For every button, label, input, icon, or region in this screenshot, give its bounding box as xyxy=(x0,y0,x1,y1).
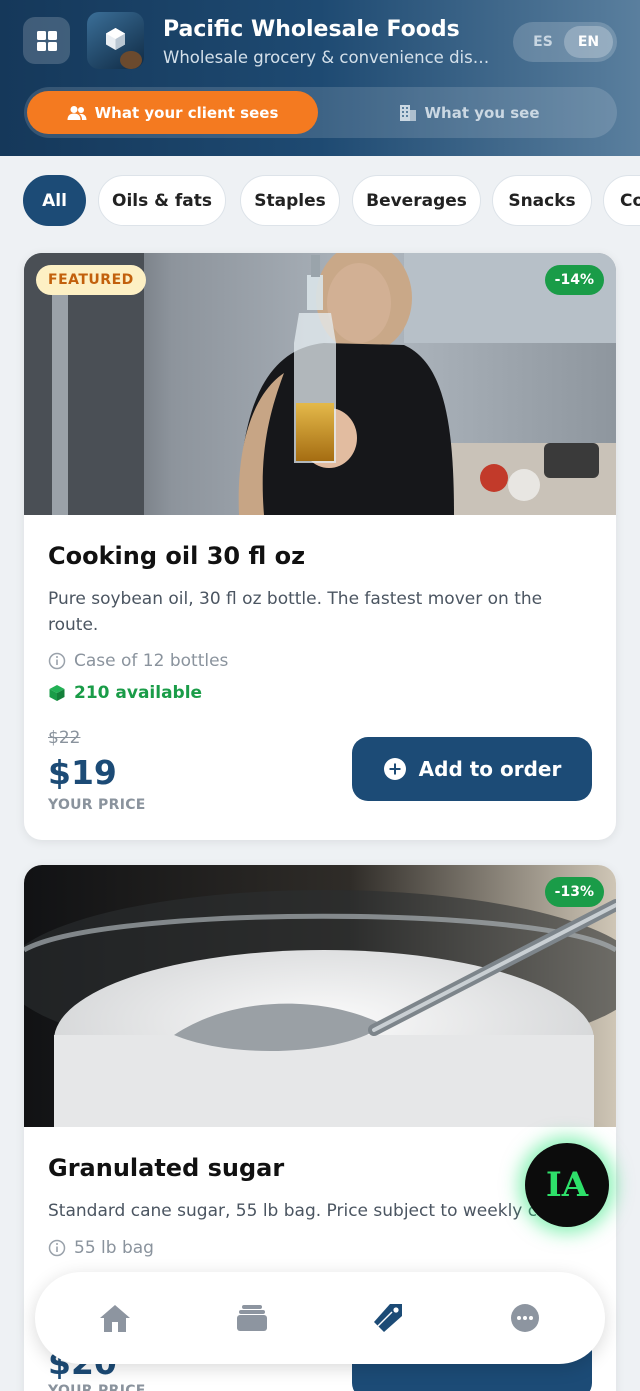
cube-logo xyxy=(106,28,142,69)
price-label: YOUR PRICE xyxy=(48,797,146,813)
product-name: Granulated sugar xyxy=(48,1154,285,1182)
product-stock: 210 available xyxy=(48,683,202,703)
client-view-tab[interactable]: What your client sees xyxy=(27,91,318,134)
product-pack-size: Case of 12 bottles xyxy=(48,651,228,671)
language-switcher: ES EN xyxy=(513,22,617,62)
nav-catalog[interactable] xyxy=(228,1294,276,1342)
discount-badge: -13% xyxy=(544,877,604,907)
language-en-button[interactable]: EN xyxy=(564,26,613,58)
category-chip-staples[interactable]: Staples xyxy=(240,175,340,226)
category-chip-beverages[interactable]: Beverages xyxy=(352,175,481,226)
price-label: YOUR PRICE xyxy=(48,1383,146,1391)
category-chip-oils-fats[interactable]: Oils & fats xyxy=(98,175,226,226)
category-chip-snacks[interactable]: Snacks xyxy=(492,175,592,226)
catalog-icon xyxy=(237,1305,267,1331)
pack-size-label: Case of 12 bottles xyxy=(74,651,229,671)
product-description: Standard cane sugar, 55 lb bag. Price su… xyxy=(48,1201,548,1221)
featured-badge: FEATURED xyxy=(36,265,146,295)
discount-badge: -14% xyxy=(544,265,604,295)
pack-size-label: 55 lb bag xyxy=(74,1238,154,1258)
nav-more[interactable] xyxy=(501,1294,549,1342)
category-chip-more[interactable]: Co xyxy=(603,175,640,226)
language-es-button[interactable]: ES xyxy=(521,26,565,58)
more-icon xyxy=(511,1304,539,1332)
product-description: Pure soybean oil, 30 fl oz bottle. The f… xyxy=(48,589,543,635)
view-toggle: What your client sees What you see xyxy=(24,87,617,138)
building-icon xyxy=(399,104,416,121)
company-name: Pacific Wholesale Foods xyxy=(163,17,460,42)
plus-circle-icon xyxy=(383,758,406,780)
category-filter-bar: All Oils & fats Staples Beverages Snacks… xyxy=(0,174,640,230)
your-view-tab[interactable]: What you see xyxy=(324,91,614,134)
stock-label: 210 available xyxy=(74,683,203,703)
original-price: $22 xyxy=(48,728,81,748)
users-icon xyxy=(67,105,87,120)
add-to-order-label: Add to order xyxy=(418,757,562,781)
category-chip-all[interactable]: All xyxy=(23,175,86,226)
product-pack-size: 55 lb bag xyxy=(48,1238,154,1258)
box-icon xyxy=(49,685,65,701)
current-price: $19 xyxy=(48,753,117,792)
home-icon xyxy=(100,1305,130,1332)
product-name: Cooking oil 30 fl oz xyxy=(48,542,306,570)
info-icon xyxy=(48,1239,66,1257)
product-image-sugar xyxy=(24,865,616,1127)
your-view-label: What you see xyxy=(424,103,540,122)
add-to-order-button[interactable]: Add to order xyxy=(352,737,592,801)
bottom-navigation xyxy=(35,1272,605,1364)
nav-offers[interactable] xyxy=(364,1294,412,1342)
product-card: FEATURED -14% Cooking oil 30 fl oz Pure … xyxy=(24,253,616,840)
info-icon xyxy=(48,652,66,670)
tag-icon xyxy=(374,1304,402,1332)
ai-assistant-button[interactable]: IA xyxy=(525,1143,609,1227)
company-logo xyxy=(87,12,144,69)
company-tagline: Wholesale grocery & convenience distri..… xyxy=(163,48,493,67)
nav-home[interactable] xyxy=(91,1294,139,1342)
app-header: Pacific Wholesale Foods Wholesale grocer… xyxy=(0,0,640,156)
grid-menu-button[interactable] xyxy=(23,17,70,64)
client-view-label: What your client sees xyxy=(94,103,279,122)
grid-icon xyxy=(36,30,57,51)
